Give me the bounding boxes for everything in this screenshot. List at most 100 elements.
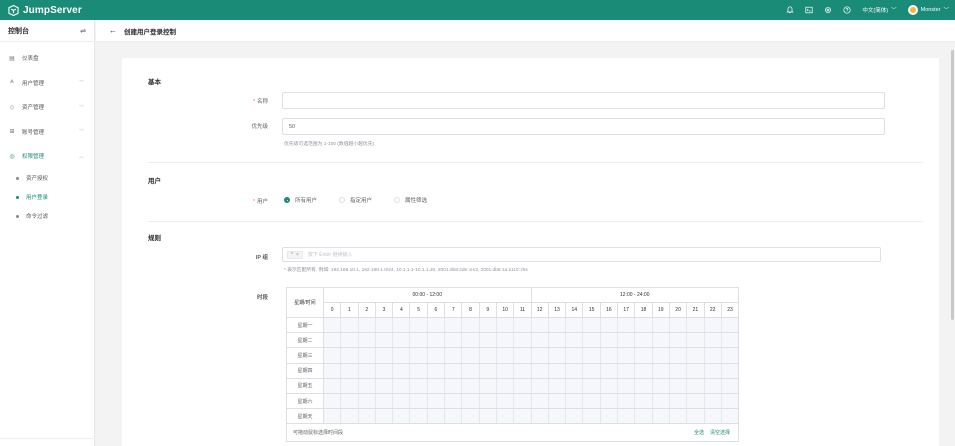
grid-cell[interactable] [721,348,739,363]
clear-selection-link[interactable]: 清空选择 [710,429,730,436]
sidebar-subitem-asset-permission[interactable]: 资产授权 [0,169,94,188]
grid-cell[interactable] [479,318,497,333]
grid-cell[interactable] [410,409,428,424]
grid-cell[interactable] [341,409,359,424]
grid-cell[interactable] [514,333,532,348]
collapse-toggle-icon[interactable]: ⇌ [80,27,86,35]
grid-cell[interactable] [479,348,497,363]
grid-cell[interactable] [427,333,446,348]
grid-cell[interactable] [531,378,549,393]
grid-day-label[interactable]: 星期天 [287,409,324,425]
sidebar-item-permissions[interactable]: ◎ 权限管理 ︿ [0,144,94,169]
grid-cell[interactable] [341,378,359,393]
grid-cell[interactable] [531,333,549,348]
grid-cell[interactable] [393,409,411,424]
grid-cell[interactable] [669,393,688,409]
grid-cell[interactable] [324,363,342,378]
grid-cell[interactable] [600,318,619,333]
grid-cell[interactable] [721,318,739,333]
grid-cell[interactable] [687,393,705,409]
grid-cell[interactable] [566,363,584,378]
terminal-icon[interactable] [805,6,813,14]
grid-cell[interactable] [358,318,376,333]
grid-cell[interactable] [566,333,584,348]
grid-cell[interactable] [583,318,601,333]
grid-cell[interactable] [652,363,670,378]
grid-cell[interactable] [427,363,446,378]
grid-cell[interactable] [669,363,688,378]
grid-cell[interactable] [427,318,446,333]
grid-cell[interactable] [427,348,446,363]
grid-hour-1[interactable]: 1 [341,303,359,317]
grid-cell[interactable] [548,393,567,409]
grid-cell[interactable] [375,393,394,409]
grid-hour-16[interactable]: 16 [601,303,619,317]
back-arrow-icon[interactable]: ← [109,26,117,35]
grid-cell[interactable] [462,409,480,424]
grid-cell[interactable] [479,409,497,424]
grid-cell[interactable] [652,348,670,363]
grid-cell[interactable] [600,348,619,363]
grid-cell[interactable] [652,393,670,409]
language-switcher[interactable]: 中文(简体) ﹀ [862,6,896,14]
grid-hour-17[interactable]: 17 [618,303,636,317]
grid-cell[interactable] [324,318,342,333]
grid-cell[interactable] [600,409,619,424]
grid-cell[interactable] [410,348,428,363]
grid-cell[interactable] [618,348,636,363]
grid-cell[interactable] [341,393,359,409]
grid-cell[interactable] [479,393,497,409]
grid-cell[interactable] [618,333,636,348]
grid-cell[interactable] [393,318,411,333]
grid-cell[interactable] [375,363,394,378]
grid-cell[interactable] [496,378,515,393]
grid-cell[interactable] [324,333,342,348]
logo[interactable]: JumpServer [0,0,82,20]
grid-cell[interactable] [393,378,411,393]
grid-cell[interactable] [600,393,619,409]
grid-cell[interactable] [531,348,549,363]
grid-cell[interactable] [548,409,567,424]
grid-cell[interactable] [462,318,480,333]
grid-cell[interactable] [669,348,688,363]
grid-cell[interactable] [462,393,480,409]
grid-cell[interactable] [687,333,705,348]
grid-cell[interactable] [358,333,376,348]
grid-cell[interactable] [635,363,653,378]
grid-cell[interactable] [341,318,359,333]
grid-cell[interactable] [566,393,584,409]
grid-cell[interactable] [566,318,584,333]
grid-cell[interactable] [531,318,549,333]
grid-hour-22[interactable]: 22 [705,303,722,317]
radio-all-users[interactable]: 所有用户 [284,196,317,204]
grid-hour-18[interactable]: 18 [635,303,653,317]
grid-hour-0[interactable]: 0 [324,303,342,317]
grid-cell[interactable] [721,363,739,378]
grid-cell[interactable] [548,318,567,333]
bell-icon[interactable] [786,6,795,14]
grid-cell[interactable] [583,333,601,348]
grid-cell[interactable] [704,363,722,378]
grid-cell[interactable] [393,333,411,348]
grid-cell[interactable] [635,333,653,348]
grid-cell[interactable] [600,333,619,348]
grid-cell[interactable] [652,378,670,393]
grid-cell[interactable] [375,348,394,363]
grid-cell[interactable] [410,318,428,333]
grid-cell[interactable] [514,318,532,333]
radio-specific-users[interactable]: 指定用户 [339,196,372,204]
grid-cell[interactable] [669,318,688,333]
grid-cell[interactable] [600,378,619,393]
grid-day-label[interactable]: 星期五 [287,378,324,394]
grid-cell[interactable] [548,348,567,363]
sidebar-item-dashboard[interactable]: ▤ 仪表盘 [0,46,94,71]
grid-half-am[interactable]: 00:00 - 12:00 [324,288,531,302]
grid-cell[interactable] [721,333,739,348]
grid-cell[interactable] [704,393,722,409]
grid-cell[interactable] [566,348,584,363]
grid-day-label[interactable]: 星期六 [287,393,324,410]
grid-cell[interactable] [669,333,688,348]
grid-hour-19[interactable]: 19 [653,303,670,317]
grid-cell[interactable] [635,393,653,409]
grid-cell[interactable] [427,409,446,424]
